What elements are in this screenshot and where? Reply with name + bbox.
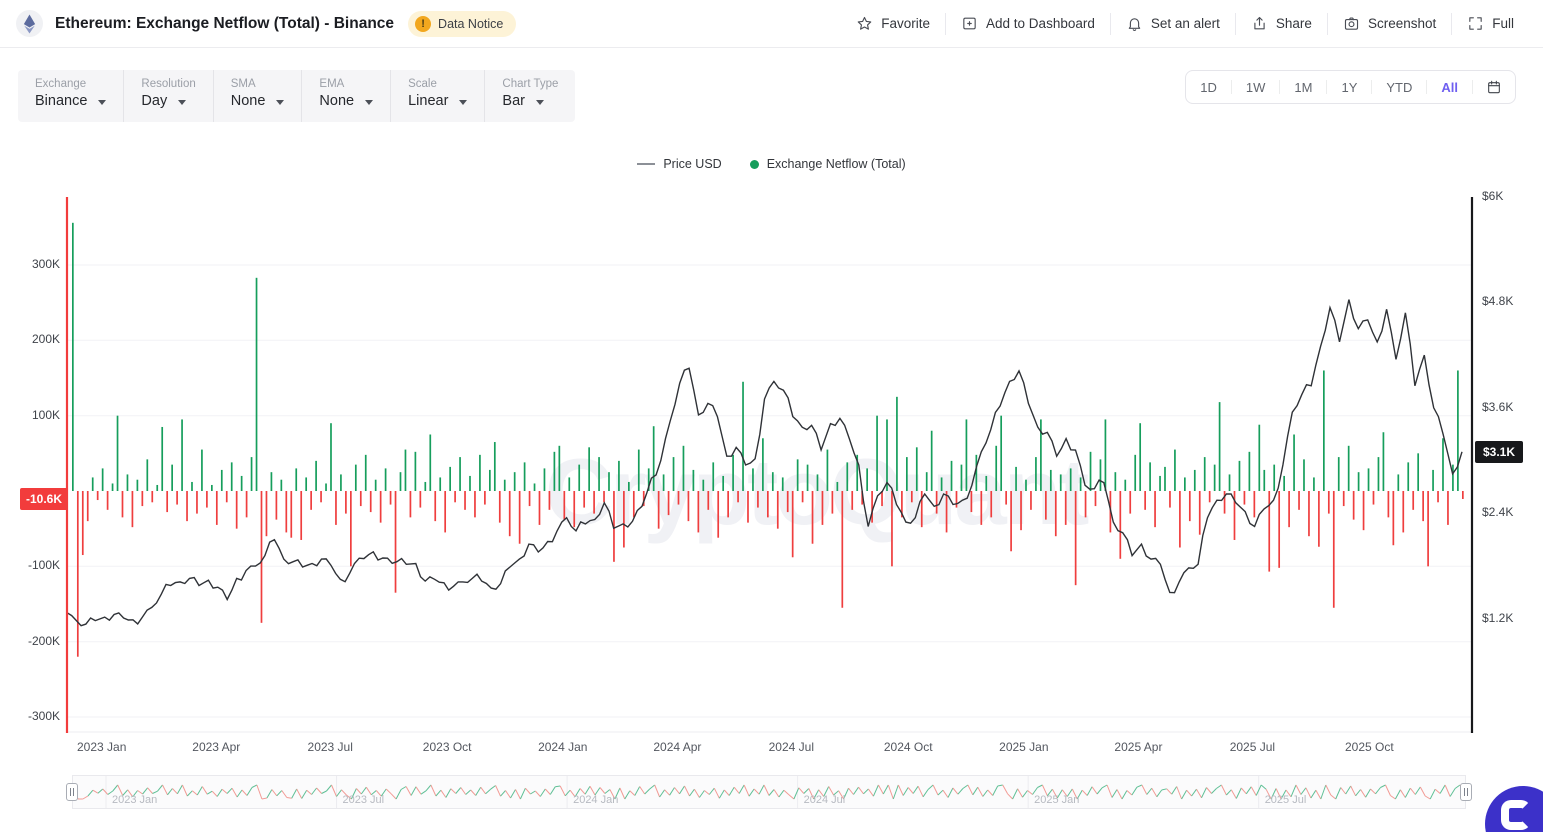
sma-dropdown[interactable]: SMA None	[213, 70, 302, 122]
camera-icon	[1343, 15, 1360, 32]
line-swatch-icon	[637, 163, 655, 165]
x-axis-tick-label: 2023 Jan	[77, 740, 126, 754]
fullscreen-icon	[1467, 15, 1484, 32]
navigator-tick-label: 2024 Jul	[804, 794, 846, 806]
left-axis-tick-label: -200K	[28, 634, 60, 648]
chat-bubble-icon	[1501, 800, 1531, 830]
left-axis-tick-label: 100K	[32, 408, 60, 422]
range-ytd[interactable]: YTD	[1372, 71, 1426, 103]
netflow-last-value-badge: -10.6K	[20, 488, 68, 510]
calendar-icon	[1486, 79, 1502, 95]
right-axis-tick-label: $2.4K	[1482, 505, 1513, 519]
add-to-dashboard-button[interactable]: Add to Dashboard	[946, 0, 1110, 48]
x-axis-tick-label: 2025 Oct	[1345, 740, 1394, 754]
chart-legend: Price USD Exchange Netflow (Total)	[0, 157, 1543, 171]
x-axis-tick-label: 2024 Apr	[653, 740, 701, 754]
chat-widget-button[interactable]	[1485, 786, 1543, 832]
range-all[interactable]: All	[1427, 71, 1472, 103]
x-axis-tick-label: 2024 Jul	[769, 740, 814, 754]
range-1m[interactable]: 1M	[1280, 71, 1326, 103]
x-axis-tick-label: 2025 Jul	[1230, 740, 1275, 754]
chart-settings-panel: Exchange Binance Resolution Day SMA None…	[18, 70, 575, 122]
range-1y[interactable]: 1Y	[1327, 71, 1371, 103]
main-chart[interactable]	[0, 197, 1543, 733]
dashboard-add-icon	[961, 15, 978, 32]
header: Ethereum: Exchange Netflow (Total) - Bin…	[0, 0, 1543, 48]
x-axis-tick-label: 2025 Apr	[1114, 740, 1162, 754]
set-alert-button[interactable]: Set an alert	[1111, 0, 1235, 48]
navigator-tick-label: 2023 Jul	[343, 794, 385, 806]
navigator-tick-label: 2024 Jan	[573, 794, 618, 806]
data-notice-badge[interactable]: ! Data Notice	[408, 11, 516, 37]
price-last-value-badge: $3.1K	[1475, 441, 1523, 463]
chart-navigator[interactable]: 2023 Jan 2023 Jul 2024 Jan 2024 Jul 2025 Jan…	[72, 775, 1466, 809]
ethereum-logo-icon	[16, 10, 43, 37]
left-axis-tick-label: 200K	[32, 332, 60, 346]
resolution-dropdown[interactable]: Resolution Day	[123, 70, 212, 122]
x-axis-tick-label: 2025 Jan	[999, 740, 1048, 754]
x-axis-tick-label: 2024 Oct	[884, 740, 933, 754]
navigator-tick-label: 2025 Jul	[1265, 794, 1307, 806]
legend-price-usd[interactable]: Price USD	[637, 157, 721, 171]
calendar-range-button[interactable]	[1473, 79, 1515, 95]
exchange-dropdown[interactable]: Exchange Binance	[18, 70, 123, 122]
right-axis-tick-label: $1.2K	[1482, 611, 1513, 625]
cryptoquant-chart-page: Ethereum: Exchange Netflow (Total) - Bin…	[0, 0, 1543, 832]
fullscreen-button[interactable]: Full	[1452, 0, 1529, 48]
header-actions: Favorite Add to Dashboard Set an alert S…	[841, 0, 1529, 48]
left-axis-tick-label: -100K	[28, 558, 60, 572]
navigator-sparkline	[73, 776, 1465, 808]
scale-dropdown[interactable]: Scale Linear	[390, 70, 484, 122]
time-range-selector: 1D 1W 1M 1Y YTD All	[1185, 70, 1516, 104]
x-axis-tick-label: 2024 Jan	[538, 740, 587, 754]
bell-icon	[1126, 15, 1143, 32]
chevron-down-icon	[178, 100, 186, 105]
chevron-down-icon	[98, 100, 106, 105]
right-axis-tick-label: $6K	[1482, 189, 1503, 203]
navigator-left-handle[interactable]	[66, 783, 78, 801]
navigator-tick-label: 2025 Jan	[1034, 794, 1079, 806]
x-axis-tick-label: 2023 Apr	[192, 740, 240, 754]
star-icon	[856, 15, 873, 32]
chevron-down-icon	[276, 100, 284, 105]
chevron-down-icon	[459, 100, 467, 105]
screenshot-button[interactable]: Screenshot	[1328, 0, 1451, 48]
x-axis-tick-label: 2023 Jul	[308, 740, 353, 754]
right-axis-tick-label: $4.8K	[1482, 294, 1513, 308]
range-1d[interactable]: 1D	[1186, 71, 1231, 103]
ema-dropdown[interactable]: EMA None	[301, 70, 390, 122]
chevron-down-icon	[365, 100, 373, 105]
favorite-button[interactable]: Favorite	[841, 0, 945, 48]
x-axis-tick-label: 2023 Oct	[423, 740, 472, 754]
share-button[interactable]: Share	[1236, 0, 1327, 48]
navigator-right-handle[interactable]	[1460, 783, 1472, 801]
navigator-tick-label: 2023 Jan	[112, 794, 157, 806]
chart-type-dropdown[interactable]: Chart Type Bar	[484, 70, 575, 122]
left-axis-tick-label: -300K	[28, 709, 60, 723]
dot-swatch-icon	[750, 160, 759, 169]
page-title: Ethereum: Exchange Netflow (Total) - Bin…	[55, 15, 394, 33]
right-axis-tick-label: $3.6K	[1482, 400, 1513, 414]
share-icon	[1251, 15, 1268, 32]
left-axis-tick-label: 300K	[32, 257, 60, 271]
range-1w[interactable]: 1W	[1232, 71, 1280, 103]
legend-exchange-netflow[interactable]: Exchange Netflow (Total)	[750, 157, 906, 171]
chevron-down-icon	[536, 100, 544, 105]
warning-icon: !	[415, 16, 431, 32]
